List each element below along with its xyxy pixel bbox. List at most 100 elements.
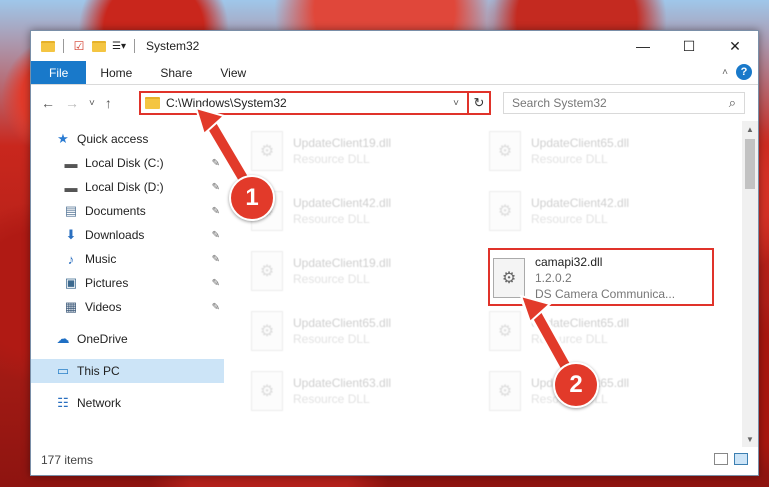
pin-icon[interactable]: ✎ (212, 254, 220, 265)
details-view-icon[interactable] (714, 453, 728, 465)
file-type: Resource DLL (293, 212, 370, 226)
forward-arrow-icon[interactable]: → (65, 95, 79, 111)
sidebar-item-label: Quick access (77, 132, 149, 146)
pin-icon[interactable]: ✎ (212, 278, 220, 289)
file-type: Resource DLL (531, 332, 608, 346)
file-type: Resource DLL (293, 152, 370, 166)
sidebar-item-quick-access[interactable]: ★ Quick access (31, 127, 224, 151)
dll-file-icon: ⚙ (251, 191, 283, 231)
scroll-up-icon[interactable]: ▲ (742, 121, 758, 137)
download-icon: ⬇ (65, 227, 77, 242)
close-button[interactable]: ✕ (712, 31, 758, 61)
dll-file-icon: ⚙ (251, 251, 283, 291)
dll-file-icon: ⚙ (251, 311, 283, 351)
search-input[interactable]: Search System32 ⌕ (503, 92, 745, 114)
highlighted-file[interactable]: ⚙ camapi32.dll 1.2.0.2 DS Camera Communi… (488, 248, 714, 306)
up-arrow-icon[interactable]: ↑ (105, 95, 112, 111)
search-placeholder: Search System32 (512, 96, 607, 110)
minimize-button[interactable]: — (620, 31, 666, 61)
scroll-thumb[interactable] (745, 139, 755, 189)
pin-icon[interactable]: ✎ (212, 206, 220, 217)
properties-icon[interactable]: ☑ (71, 38, 87, 54)
tab-home[interactable]: Home (86, 61, 146, 84)
sidebar-item-pictures[interactable]: ▣ Pictures ✎ (31, 271, 224, 295)
navigation-pane: ★ Quick access ▬ Local Disk (C:) ✎ ▬ Loc… (31, 121, 224, 447)
explorer-body: ★ Quick access ▬ Local Disk (C:) ✎ ▬ Loc… (31, 121, 758, 447)
list-item[interactable]: ⚙ UpdateClient65.dll Resource DLL (489, 121, 719, 181)
pictures-icon: ▣ (64, 275, 78, 290)
customize-toolbar-icon[interactable]: ☰▾ (111, 38, 127, 54)
file-name: UpdateClient19.dll (293, 136, 392, 150)
pin-icon[interactable]: ✎ (212, 230, 220, 241)
file-type: Resource DLL (531, 392, 608, 406)
sidebar-item-music[interactable]: ♪ Music ✎ (31, 247, 224, 271)
sidebar-item-local-disk-c[interactable]: ▬ Local Disk (C:) ✎ (31, 151, 224, 175)
address-bar[interactable]: C:\Windows\System32 ˅ (139, 91, 491, 115)
sidebar-item-label: Local Disk (D:) (85, 180, 164, 194)
dll-file-icon: ⚙ (251, 371, 283, 411)
file-version: 1.2.0.2 (535, 271, 572, 285)
sidebar-item-downloads[interactable]: ⬇ Downloads ✎ (31, 223, 224, 247)
list-item[interactable]: ⚙ UpdateClient19.dll Resource DLL (251, 121, 481, 181)
expand-ribbon-icon[interactable]: ˄ (722, 67, 728, 78)
list-item[interactable]: ⚙ UpdateClient65.dll Resource DLL (489, 361, 719, 421)
list-item[interactable]: ⚙ UpdateClient65.dll Resource DLL (251, 301, 481, 361)
sidebar-item-label: This PC (77, 364, 120, 378)
tab-view[interactable]: View (206, 61, 260, 84)
list-item[interactable]: ⚙ UpdateClient42.dll Resource DLL (251, 181, 481, 241)
sidebar-item-label: Downloads (85, 228, 145, 242)
tiles-view-icon[interactable] (734, 453, 748, 465)
refresh-button[interactable]: ↻ (467, 91, 491, 115)
file-name: UpdateClient65.dll (293, 316, 392, 330)
list-item[interactable]: ⚙ UpdateClient19.dll Resource DLL (251, 241, 481, 301)
pin-icon[interactable]: ✎ (212, 302, 220, 313)
dll-file-icon: ⚙ (251, 131, 283, 171)
dll-file-icon: ⚙ (489, 191, 521, 231)
sidebar-item-videos[interactable]: ▦ Videos ✎ (31, 295, 224, 319)
dll-file-icon: ⚙ (489, 131, 521, 171)
item-count: 177 items (41, 453, 94, 467)
status-bar: 177 items (31, 445, 758, 475)
window-controls: — ☐ ✕ (620, 31, 758, 61)
ribbon-tabs: File Home Share View ˄ ? (31, 61, 758, 85)
star-icon: ★ (57, 131, 69, 146)
maximize-button[interactable]: ☐ (666, 31, 712, 61)
file-name: camapi32.dll (535, 255, 603, 269)
folder-icon (145, 97, 160, 109)
file-description: DS Camera Communica... (535, 287, 676, 301)
list-item[interactable]: ⚙ UpdateClient42.dll Resource DLL (489, 181, 719, 241)
vertical-scrollbar[interactable]: ▲ ▼ (742, 121, 758, 447)
sidebar-item-label: Documents (85, 204, 146, 218)
computer-icon: ▭ (56, 363, 70, 378)
dll-file-icon: ⚙ (493, 258, 525, 298)
sidebar-item-label: OneDrive (77, 332, 128, 346)
file-name: UpdateClient42.dll (293, 196, 392, 210)
list-item[interactable]: ⚙ UpdateClient63.dll Resource DLL (251, 361, 481, 421)
pin-icon[interactable]: ✎ (212, 182, 220, 193)
recent-locations-icon[interactable]: ˅ (89, 98, 95, 109)
new-folder-icon[interactable] (91, 38, 107, 54)
chevron-down-icon[interactable]: ˅ (453, 98, 459, 109)
folder-icon[interactable] (40, 38, 56, 54)
window-title: System32 (146, 39, 200, 53)
sidebar-item-network[interactable]: ☷ Network (31, 391, 224, 415)
list-item-camapi32[interactable]: ⚙ camapi32.dll 1.2.0.2 DS Camera Communi… (493, 248, 723, 308)
file-type: Resource DLL (293, 392, 370, 406)
sidebar-item-local-disk-d[interactable]: ▬ Local Disk (D:) ✎ (31, 175, 224, 199)
sidebar-item-documents[interactable]: ▤ Documents ✎ (31, 199, 224, 223)
search-icon[interactable]: ⌕ (729, 95, 736, 111)
tab-share[interactable]: Share (146, 61, 206, 84)
list-item[interactable]: ⚙ UpdateClient65.dll Resource DLL (489, 301, 719, 361)
sidebar-item-this-pc[interactable]: ▭ This PC (31, 359, 224, 383)
pin-icon[interactable]: ✎ (212, 158, 220, 169)
file-name: UpdateClient65.dll (531, 316, 630, 330)
back-arrow-icon[interactable]: ← (41, 95, 55, 111)
sidebar-item-onedrive[interactable]: ☁ OneDrive (31, 327, 224, 351)
address-path[interactable]: C:\Windows\System32 (166, 96, 287, 110)
tab-file[interactable]: File (31, 61, 87, 84)
help-icon[interactable]: ? (736, 64, 752, 80)
dll-file-icon: ⚙ (489, 311, 521, 351)
file-name: UpdateClient65.dll (531, 136, 630, 150)
file-name: UpdateClient63.dll (293, 376, 392, 390)
title-bar: ☑ ☰▾ System32 — ☐ ✕ (31, 31, 758, 61)
